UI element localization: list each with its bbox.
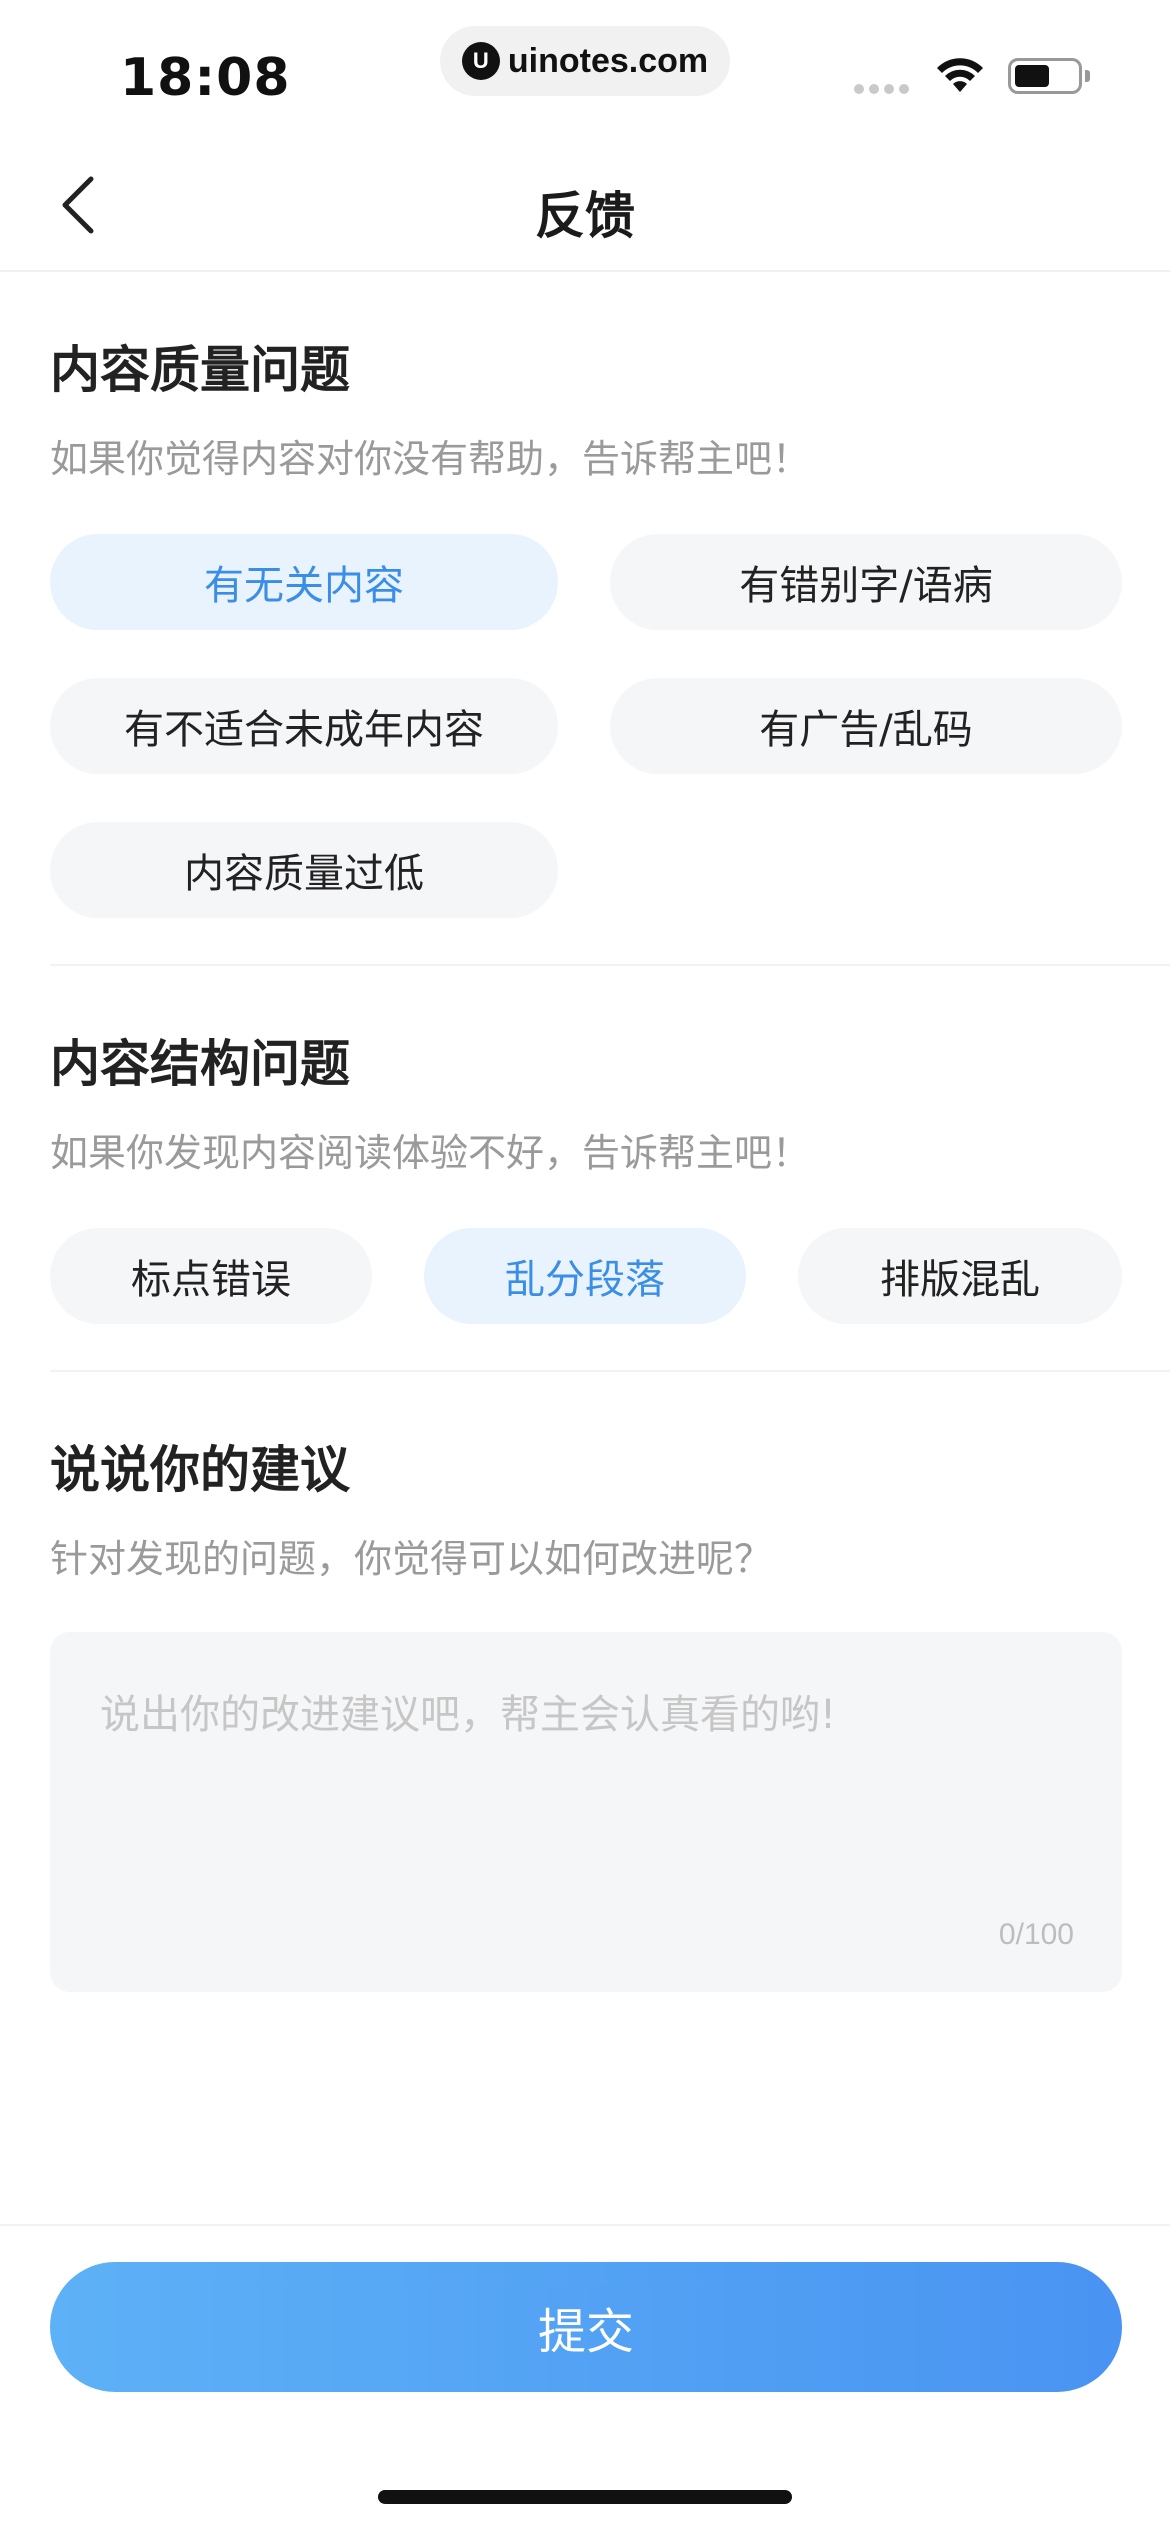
suggestion-box: 0/100	[50, 1632, 1122, 1992]
option-ads-garbled[interactable]: 有广告/乱码	[610, 678, 1122, 774]
suggestion-section-subtitle: 针对发现的问题，你觉得可以如何改进呢？	[50, 1537, 773, 1581]
status-time: 18:08	[120, 48, 291, 108]
url-text: uinotes.com	[507, 41, 709, 80]
option-low-quality[interactable]: 内容质量过低	[50, 822, 558, 918]
option-typos[interactable]: 有错别字/语病	[610, 534, 1122, 630]
cellular-signal-icon	[854, 84, 909, 94]
site-logo-icon: U	[461, 42, 500, 80]
status-bar: 18:08 U uinotes.com	[0, 0, 1170, 140]
option-punctuation-error[interactable]: 标点错误	[50, 1228, 372, 1324]
page-title: 反馈	[535, 187, 635, 245]
structure-section-subtitle: 如果你发现内容阅读体验不好，告诉帮主吧！	[50, 1131, 811, 1175]
home-indicator	[378, 2490, 792, 2504]
section-divider	[50, 1370, 1170, 1372]
wifi-icon	[937, 58, 983, 92]
url-pill[interactable]: U uinotes.com	[440, 26, 730, 96]
battery-tip	[1085, 70, 1090, 82]
quality-section-subtitle: 如果你觉得内容对你没有帮助，告诉帮主吧！	[50, 437, 811, 481]
option-minor-inappropriate[interactable]: 有不适合未成年内容	[50, 678, 558, 774]
option-unrelated-content[interactable]: 有无关内容	[50, 534, 558, 630]
section-divider	[50, 964, 1170, 966]
battery-icon	[1008, 58, 1082, 94]
submit-button[interactable]: 提交	[50, 2262, 1122, 2392]
option-random-paragraphs[interactable]: 乱分段落	[424, 1228, 746, 1324]
option-messy-layout[interactable]: 排版混乱	[798, 1228, 1122, 1324]
suggestion-input[interactable]	[98, 1680, 1082, 1914]
char-counter: 0/100	[998, 1918, 1074, 1951]
bottom-divider	[0, 2224, 1170, 2226]
structure-section-title: 内容结构问题	[50, 1035, 350, 1093]
suggestion-section-title: 说说你的建议	[50, 1441, 350, 1499]
quality-section-title: 内容质量问题	[50, 341, 350, 399]
nav-bar: 反馈	[0, 140, 1170, 272]
